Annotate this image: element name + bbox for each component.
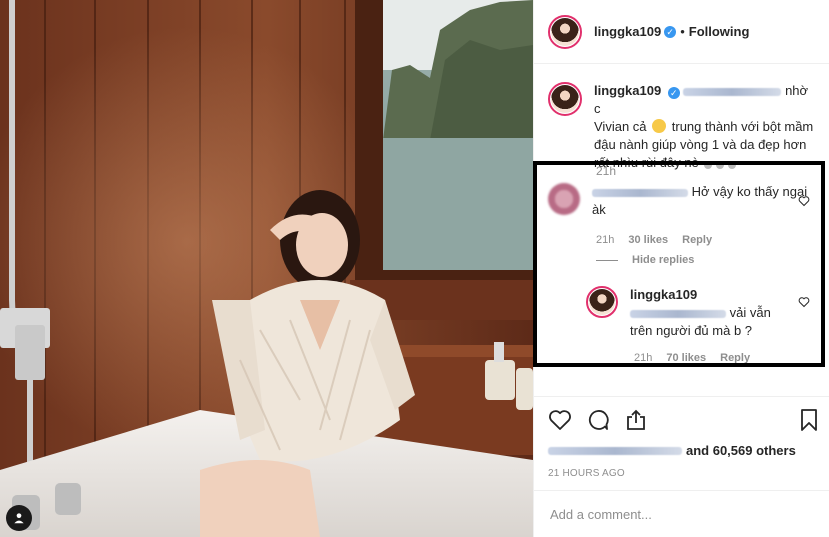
- commenter-avatar[interactable]: [548, 183, 580, 215]
- header-separator: •: [680, 24, 685, 39]
- reply-text-part2: trên người đủ mà b ?: [630, 323, 753, 338]
- emoji-icon: [704, 161, 713, 169]
- comment-time: 21h: [596, 234, 615, 246]
- reply-reply-button[interactable]: Reply: [720, 352, 750, 364]
- caption-time: 21h: [596, 164, 617, 178]
- person-glyph: [14, 513, 24, 524]
- post-caption: linggka109 ✓ nhờ c Vivian cả trung thành…: [548, 82, 818, 172]
- post-photo[interactable]: [0, 0, 533, 537]
- likes-summary[interactable]: and 60,569 others: [548, 443, 796, 458]
- reply-avatar[interactable]: [586, 286, 618, 318]
- comment-likes[interactable]: 30 likes: [628, 234, 668, 246]
- caption-text-part2: Vivian cả: [594, 119, 647, 134]
- actions-divider: [534, 396, 829, 397]
- share-icon[interactable]: [624, 408, 648, 432]
- post-header: linggka109 ✓ • Following: [534, 0, 829, 64]
- reply-meta: 21h 70 likes Reply: [634, 352, 750, 364]
- caption-text: linggka109 ✓ nhờ c Vivian cả trung thành…: [594, 82, 818, 172]
- reply-likes[interactable]: 70 likes: [666, 352, 706, 364]
- reply-username[interactable]: linggka109: [630, 287, 697, 302]
- caption-username[interactable]: linggka109: [594, 83, 661, 98]
- likes-count: and 60,569 others: [686, 443, 796, 458]
- comment-meta: 21h 30 likes Reply: [596, 234, 712, 246]
- follow-status-button[interactable]: Following: [689, 24, 750, 39]
- blurred-mention: [630, 309, 726, 318]
- action-bar: [548, 408, 648, 432]
- blurred-mention: [683, 87, 782, 96]
- verified-badge-icon: ✓: [664, 25, 677, 38]
- blurred-liker-names: [548, 446, 682, 455]
- comment-item: Hở vậy ko thấy ngại àk: [548, 183, 808, 219]
- author-avatar[interactable]: [548, 14, 582, 49]
- comment-bubble-icon[interactable]: [586, 408, 610, 432]
- post-side-panel: linggka109 ✓ • Following linggka109 ✓ nh…: [533, 0, 829, 537]
- small-heart-icon[interactable]: [798, 195, 810, 207]
- small-heart-icon[interactable]: [798, 296, 810, 308]
- author-username[interactable]: linggka109: [594, 24, 661, 39]
- post-timestamp: 21 HOURS AGO: [548, 468, 625, 479]
- emoji-icon: [716, 161, 725, 169]
- reply-body: linggka109 vải vẫn trên người đủ mà b ?: [630, 286, 771, 340]
- verified-badge-icon: ✓: [667, 87, 680, 99]
- photo-illustration: [0, 0, 533, 537]
- caption-avatar[interactable]: [548, 82, 582, 116]
- hide-replies-label: Hide replies: [632, 254, 695, 266]
- reply-text-part1: vải vẫn: [729, 305, 771, 320]
- reply-button[interactable]: Reply: [682, 234, 712, 246]
- heart-icon[interactable]: [548, 408, 572, 432]
- add-comment-input[interactable]: Add a comment...: [534, 490, 829, 537]
- reply-time: 21h: [634, 352, 653, 364]
- hide-replies-line: [596, 259, 618, 261]
- comment-body: Hở vậy ko thấy ngại àk: [592, 183, 808, 219]
- reply-item: linggka109 vải vẫn trên người đủ mà b ?: [586, 286, 816, 340]
- hide-replies-button[interactable]: Hide replies: [596, 254, 694, 266]
- emoji-icon: [728, 161, 737, 169]
- user-tag-icon[interactable]: [6, 505, 32, 531]
- emoji-icon: [652, 119, 667, 133]
- blurred-username: [592, 188, 688, 197]
- bookmark-icon[interactable]: [797, 408, 821, 432]
